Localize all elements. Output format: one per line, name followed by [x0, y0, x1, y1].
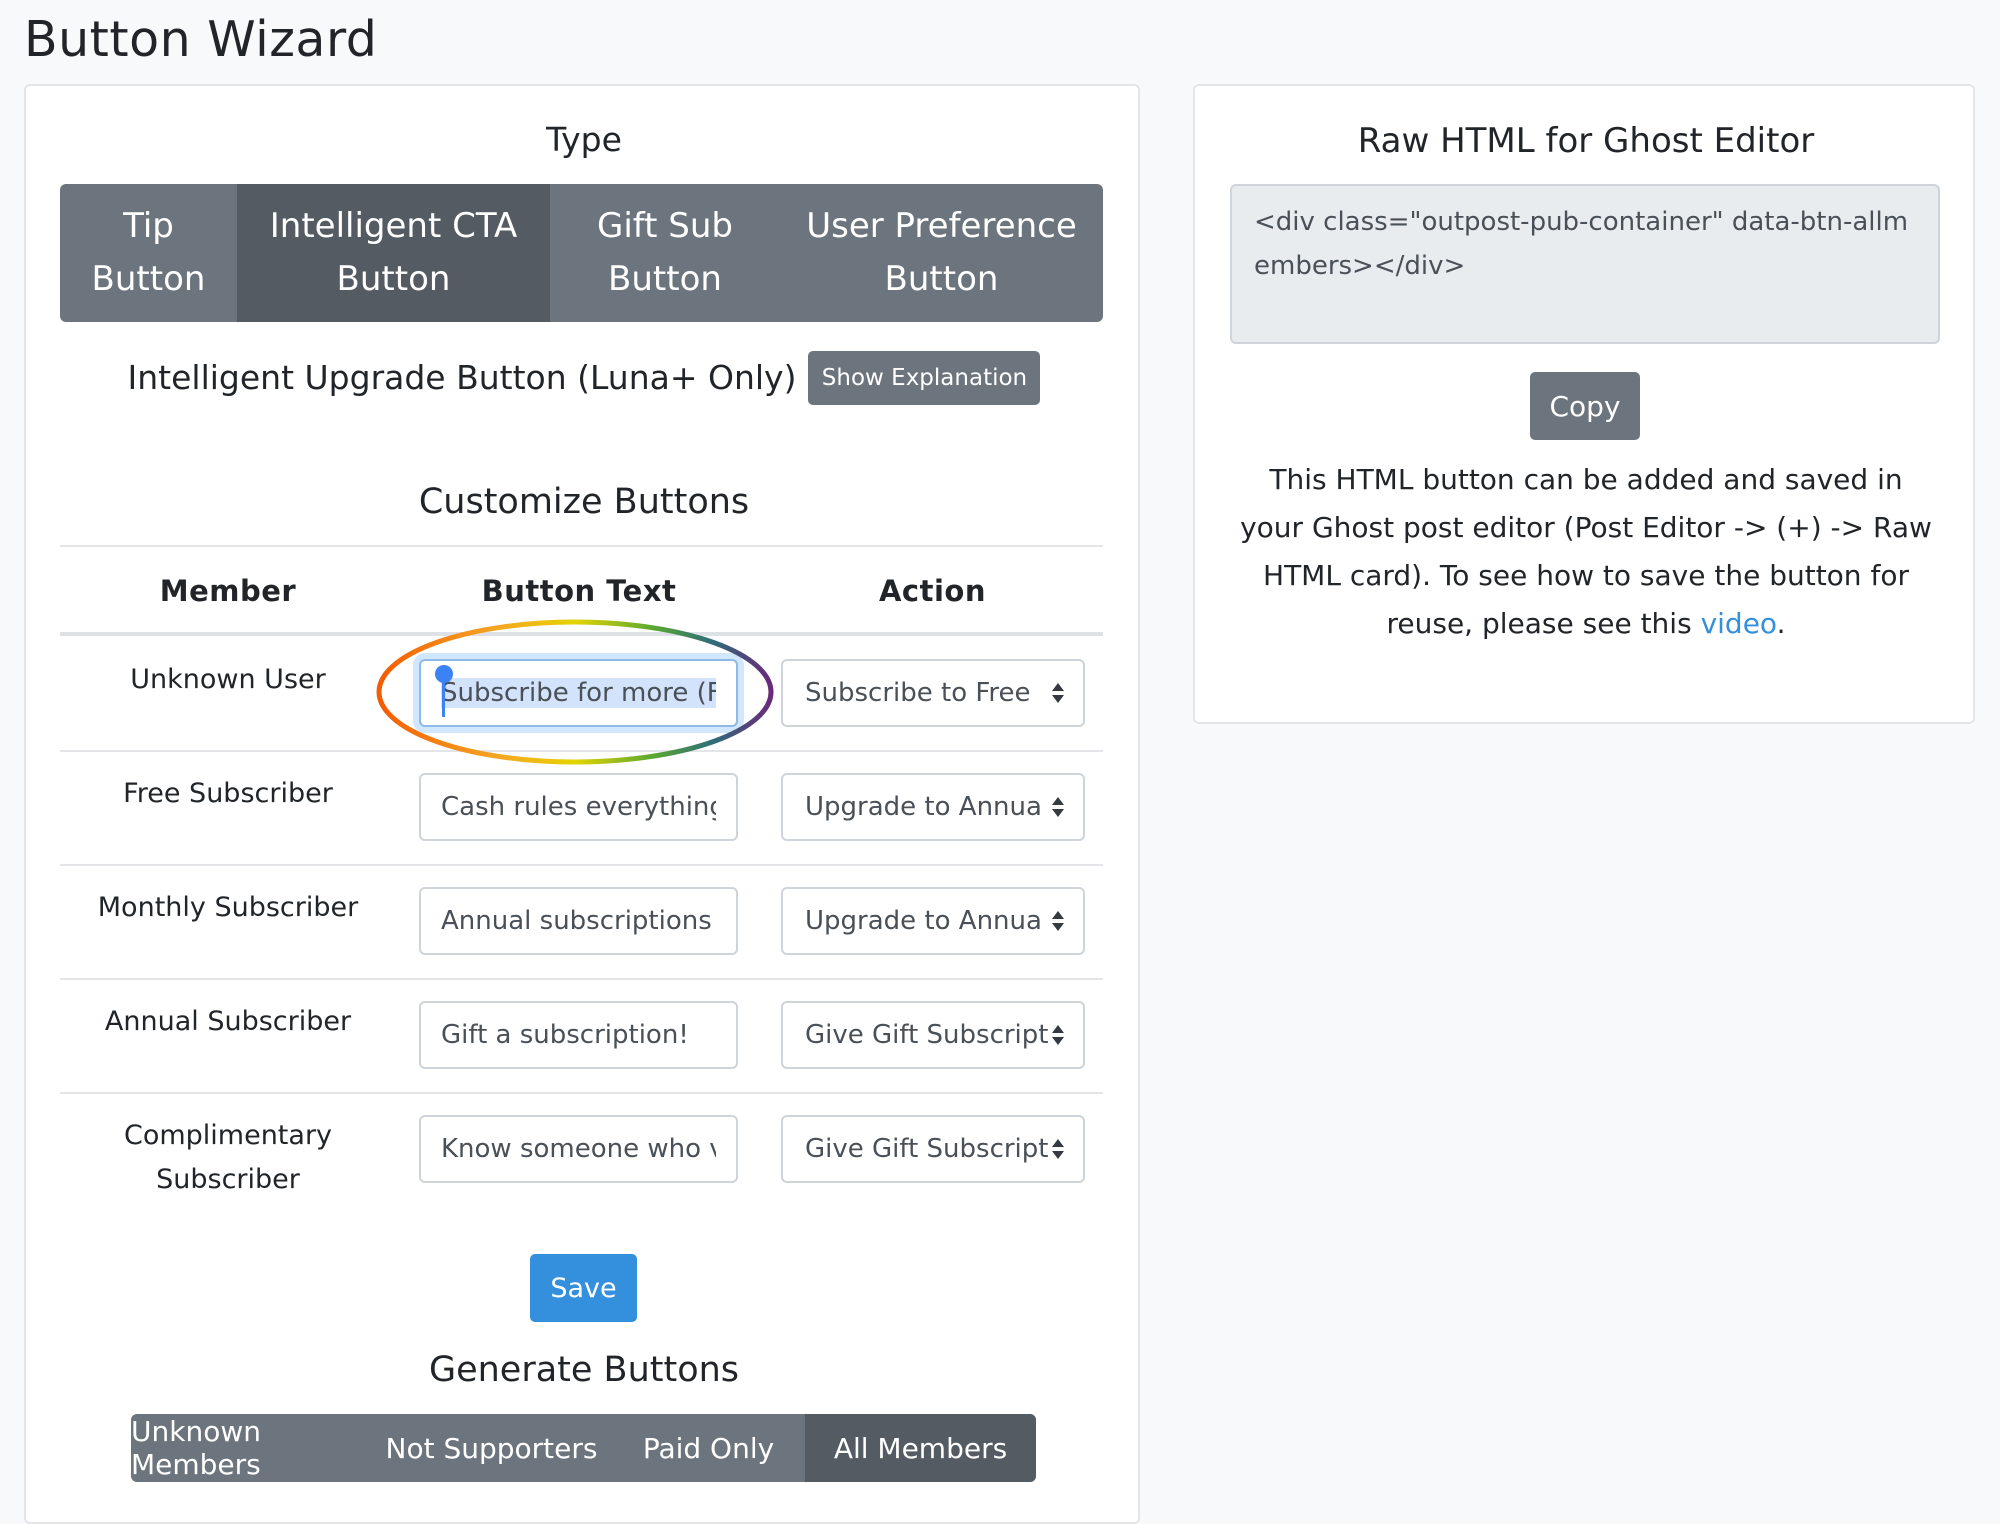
- selection-handle[interactable]: [435, 665, 453, 683]
- member-label: Annual Subscriber: [104, 1006, 352, 1037]
- tab-label-line1: Gift Sub: [596, 206, 734, 246]
- button-text-input[interactable]: Gift a subscription!: [419, 1001, 738, 1069]
- select-updown-icon: [1052, 683, 1064, 703]
- type-button-group: Tip Button Intelligent CTA Button Gift Sub…: [60, 184, 1103, 322]
- tab-label-line2: Button: [336, 259, 451, 299]
- page-title: Button Wizard: [24, 11, 378, 68]
- tab-label-line1: User Preference: [806, 206, 1077, 246]
- help-text-end: .: [1776, 607, 1786, 640]
- help-text-body: This HTML button can be added and saved …: [1240, 463, 1932, 640]
- header-divider: [60, 632, 1103, 636]
- show-explanation-button[interactable]: Show Explanation: [808, 351, 1041, 405]
- button-text-value: Know someone who v: [441, 1134, 716, 1164]
- column-header-button-text: Button Text: [481, 574, 677, 608]
- tab-all-members[interactable]: All Members: [805, 1414, 1036, 1482]
- member-label: Free Subscriber: [123, 778, 333, 809]
- button-text-input[interactable]: Subscribe for more (Fi: [419, 659, 738, 727]
- member-label-line1: Complimentary: [123, 1120, 333, 1151]
- button-text-input[interactable]: Know someone who v: [419, 1115, 738, 1183]
- member-label: Complimentary Subscriber: [60, 1114, 396, 1202]
- row-divider: [60, 750, 1103, 752]
- upgrade-subtitle: Intelligent Upgrade Button (Luna+ Only): [127, 358, 797, 397]
- action-select[interactable]: Give Gift Subscript: [781, 1115, 1085, 1183]
- tab-intelligent-cta-button[interactable]: Intelligent CTA Button: [237, 184, 550, 322]
- action-select-value: Give Gift Subscript: [805, 1020, 1049, 1050]
- select-updown-icon: [1052, 797, 1064, 817]
- button-text-input[interactable]: Annual subscriptions: [419, 887, 738, 955]
- video-link[interactable]: video: [1701, 607, 1777, 640]
- action-select-value: Upgrade to Annua: [805, 792, 1042, 822]
- action-select[interactable]: Upgrade to Annua: [781, 773, 1085, 841]
- member-label: Unknown User: [130, 664, 326, 695]
- raw-html-card: Raw HTML for Ghost Editor <div class="ou…: [1193, 84, 1975, 724]
- column-header-member: Member: [159, 574, 297, 608]
- row-divider: [60, 864, 1103, 866]
- customize-heading: Customize Buttons: [418, 482, 750, 522]
- tab-paid-only[interactable]: Paid Only: [612, 1414, 805, 1482]
- wizard-card: Type Tip Button Intelligent CTA Button Gif…: [24, 84, 1140, 1524]
- upgrade-subtitle-row: Intelligent Upgrade Button (Luna+ Only) …: [26, 350, 1142, 406]
- button-text-value: Gift a subscription!: [441, 1020, 689, 1050]
- row-divider: [60, 978, 1103, 980]
- copy-button[interactable]: Copy: [1530, 372, 1640, 440]
- tab-label-line1: Intelligent CTA: [269, 206, 518, 246]
- generate-heading: Generate Buttons: [428, 1350, 740, 1390]
- member-label: Monthly Subscriber: [97, 892, 359, 923]
- tab-unknown-members[interactable]: Unknown Members: [131, 1414, 371, 1482]
- action-select-value: Give Gift Subscript: [805, 1134, 1049, 1164]
- action-select[interactable]: Subscribe to Free: [781, 659, 1085, 727]
- divider: [60, 545, 1103, 547]
- action-select-value: Subscribe to Free: [805, 678, 1031, 708]
- action-select[interactable]: Give Gift Subscript: [781, 1001, 1085, 1069]
- action-select[interactable]: Upgrade to Annua: [781, 887, 1085, 955]
- selected-text: Subscribe for more (Fi: [441, 678, 716, 708]
- member-label-line2: Subscriber: [156, 1164, 300, 1195]
- tab-label-line2: Button: [884, 259, 999, 299]
- save-button[interactable]: Save: [530, 1254, 637, 1322]
- help-text: This HTML button can be added and saved …: [1235, 456, 1937, 648]
- tab-tip-button[interactable]: Tip Button: [60, 184, 237, 322]
- tab-not-supporters[interactable]: Not Supporters: [371, 1414, 612, 1482]
- select-updown-icon: [1052, 911, 1064, 931]
- select-updown-icon: [1052, 1139, 1064, 1159]
- tab-label-line2: Button: [608, 259, 722, 299]
- button-text-value: Annual subscriptions: [441, 906, 712, 936]
- button-text-input[interactable]: Cash rules everything: [419, 773, 738, 841]
- row-divider: [60, 1092, 1103, 1094]
- tab-label-line1: Tip: [123, 206, 174, 246]
- type-heading: Type: [546, 120, 622, 159]
- select-updown-icon: [1052, 1025, 1064, 1045]
- tab-gift-sub-button[interactable]: Gift Sub Button: [550, 184, 780, 322]
- column-header-action: Action: [878, 574, 986, 608]
- generate-button-group: Unknown Members Not Supporters Paid Only…: [131, 1414, 1036, 1482]
- action-select-value: Upgrade to Annua: [805, 906, 1042, 936]
- tab-user-preference-button[interactable]: User Preference Button: [780, 184, 1103, 322]
- tab-label-line2: Button: [91, 259, 206, 299]
- button-text-value: Cash rules everything: [441, 792, 716, 822]
- raw-html-code[interactable]: <div class="outpost-pub-container" data-…: [1230, 184, 1940, 344]
- raw-html-heading: Raw HTML for Ghost Editor: [1357, 121, 1815, 161]
